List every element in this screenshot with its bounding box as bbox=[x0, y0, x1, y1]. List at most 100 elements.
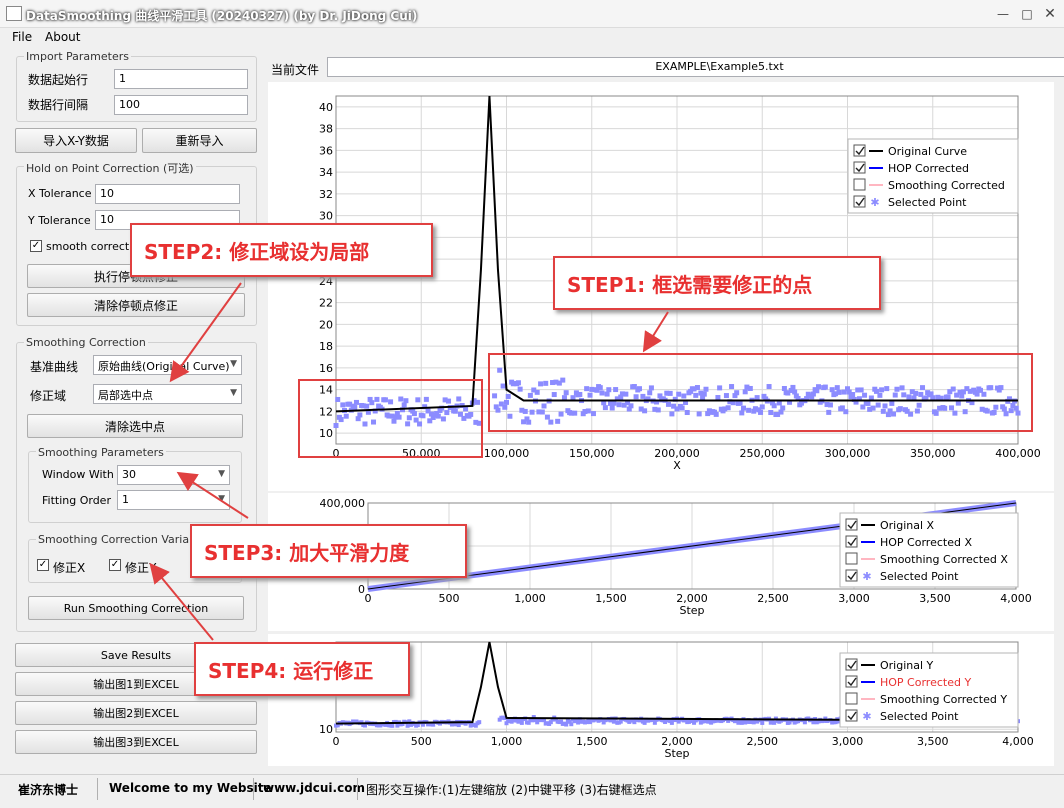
smoothing-correction-label: Smoothing Correction bbox=[24, 336, 148, 349]
x-tick-label: 250,000 bbox=[740, 447, 786, 460]
selected-point bbox=[338, 417, 344, 423]
interaction-hint: 图形交互操作:(1)左键缩放 (2)中键平移 (3)右键框选点 bbox=[366, 783, 657, 797]
selected-point bbox=[991, 409, 997, 415]
step4-annotation: STEP4: 运行修正 bbox=[194, 642, 410, 696]
start-row-input[interactable]: 1 bbox=[114, 69, 248, 89]
legend-entry: HOP Corrected Y bbox=[880, 676, 971, 689]
fix-x-checkbox[interactable]: ✓ bbox=[37, 559, 49, 571]
minimize-icon[interactable]: — bbox=[993, 4, 1013, 24]
base-curve-value: 原始曲线(Original Curve) bbox=[98, 360, 230, 373]
reimport-button[interactable]: 重新导入 bbox=[142, 128, 257, 153]
selected-point bbox=[362, 421, 368, 427]
y-tick-label: 34 bbox=[319, 166, 333, 179]
author-label: 崔济东博士 bbox=[18, 783, 79, 797]
run-smoothing-button[interactable]: Run Smoothing Correction bbox=[28, 596, 244, 620]
import-xy-button[interactable]: 导入X-Y数据 bbox=[15, 128, 137, 153]
selected-point bbox=[597, 385, 603, 391]
y-tick-label: 40 bbox=[319, 101, 333, 114]
x-tick-label: 3,500 bbox=[917, 735, 949, 748]
selected-point bbox=[834, 385, 840, 391]
selected-point bbox=[519, 720, 524, 725]
selected-point bbox=[920, 385, 926, 391]
selected-point bbox=[758, 409, 764, 415]
selected-point bbox=[669, 720, 674, 725]
selected-point bbox=[585, 408, 591, 414]
step3-annotation: STEP3: 加大平滑力度 bbox=[190, 524, 467, 578]
smoothing-params-group bbox=[28, 451, 242, 523]
legend-entry: Original Curve bbox=[888, 145, 967, 158]
x-tolerance-input[interactable]: 10 bbox=[95, 184, 240, 204]
smooth-correction-checkbox[interactable]: ✓ bbox=[30, 240, 42, 252]
selected-point bbox=[679, 405, 685, 411]
selected-point bbox=[558, 411, 564, 417]
selected-point bbox=[889, 400, 895, 406]
legend-entry: Selected Point bbox=[880, 710, 959, 723]
base-curve-select[interactable]: 原始曲线(Original Curve) ▼ bbox=[93, 355, 242, 375]
selected-point bbox=[897, 406, 903, 412]
hop-group-label: Hold on Point Correction (可选) bbox=[24, 160, 196, 176]
y-tick-label: 10 bbox=[319, 427, 333, 440]
export-chart2-button[interactable]: 输出图2到EXCEL bbox=[15, 701, 257, 725]
window-width-select[interactable]: 30 ▼ bbox=[117, 465, 230, 485]
selected-point bbox=[405, 723, 410, 728]
selected-point bbox=[475, 399, 481, 405]
start-row-label: 数据起始行 bbox=[28, 73, 89, 87]
selected-point bbox=[497, 367, 503, 373]
status-divider bbox=[357, 778, 358, 800]
selected-point bbox=[945, 394, 951, 400]
selected-point bbox=[633, 394, 639, 400]
selected-point bbox=[606, 387, 612, 393]
close-icon[interactable]: ✕ bbox=[1040, 4, 1060, 24]
selected-point bbox=[913, 390, 919, 396]
export-chart3-button[interactable]: 输出图3到EXCEL bbox=[15, 730, 257, 754]
legend-checkbox bbox=[853, 178, 866, 191]
x-tick-label: 1,000 bbox=[491, 735, 523, 748]
maximize-icon[interactable]: □ bbox=[1017, 4, 1037, 24]
selected-point bbox=[717, 385, 723, 391]
selected-point bbox=[918, 391, 924, 397]
selected-point bbox=[435, 413, 441, 419]
y-tick-label: 16 bbox=[319, 362, 333, 375]
selected-point bbox=[560, 377, 566, 383]
selected-point bbox=[507, 413, 513, 419]
clear-hop-button[interactable]: 清除停顿点修正 bbox=[27, 293, 245, 317]
correction-domain-select[interactable]: 局部选中点 ▼ bbox=[93, 384, 242, 404]
selected-point bbox=[628, 403, 634, 409]
selected-point bbox=[746, 407, 752, 413]
fix-y-label: 修正Y bbox=[125, 561, 157, 575]
selected-point bbox=[843, 409, 849, 415]
menu-about[interactable]: About bbox=[45, 30, 80, 44]
selected-point bbox=[609, 405, 615, 411]
selected-point bbox=[684, 410, 690, 416]
selected-point bbox=[403, 398, 409, 404]
selected-point bbox=[725, 405, 731, 411]
legend-marker: ✱ bbox=[862, 710, 871, 723]
window-width-value: 30 bbox=[122, 468, 136, 481]
selected-point bbox=[415, 397, 421, 403]
legend-entry: Original Y bbox=[880, 659, 934, 672]
selected-point bbox=[504, 399, 509, 405]
selected-point bbox=[476, 420, 482, 426]
selected-point bbox=[515, 380, 521, 386]
selected-point bbox=[333, 423, 339, 429]
clear-selected-button[interactable]: 清除选中点 bbox=[27, 414, 243, 438]
selected-point bbox=[584, 386, 590, 392]
selected-point bbox=[388, 399, 394, 405]
selected-point bbox=[505, 393, 511, 399]
x-tick-label: 2,500 bbox=[747, 735, 779, 748]
fix-y-checkbox[interactable]: ✓ bbox=[109, 559, 121, 571]
selected-point bbox=[952, 410, 958, 416]
selected-point bbox=[827, 402, 833, 408]
row-interval-input[interactable]: 100 bbox=[114, 95, 248, 115]
selected-point bbox=[950, 386, 956, 392]
selected-point bbox=[790, 384, 796, 390]
fitting-order-select[interactable]: 1 ▼ bbox=[117, 490, 230, 510]
selected-point bbox=[647, 390, 653, 396]
selected-point bbox=[364, 403, 370, 409]
selected-point bbox=[826, 409, 832, 415]
correction-domain-label: 修正域 bbox=[30, 389, 67, 403]
menu-file[interactable]: File bbox=[12, 30, 32, 44]
selected-point bbox=[981, 391, 987, 397]
website-link[interactable]: www.jdcui.com bbox=[263, 781, 365, 795]
selected-point bbox=[681, 393, 687, 399]
